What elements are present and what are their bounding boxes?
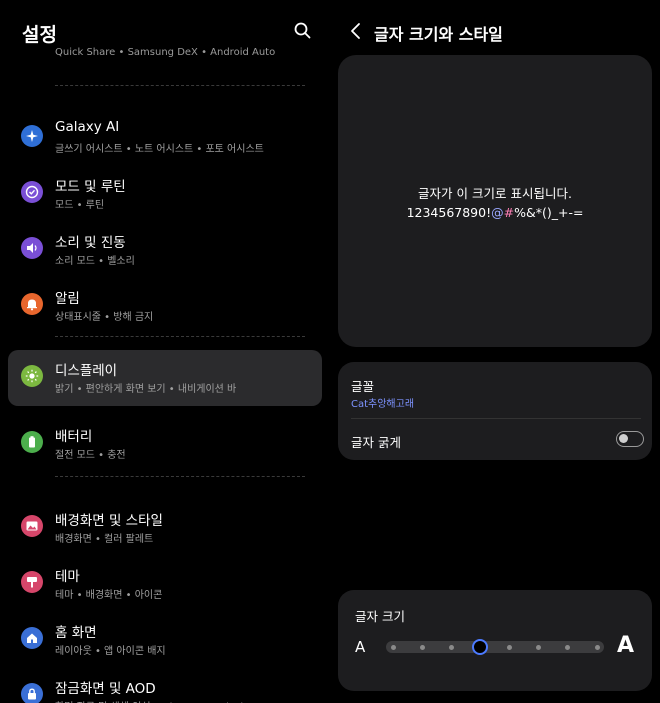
- font-label: 글꼴: [351, 379, 375, 394]
- sun-icon: [21, 365, 43, 387]
- search-button[interactable]: [292, 20, 314, 42]
- settings-item-galaxy-ai[interactable]: Galaxy AI 글쓰기 어시스트 • 노트 어시스트 • 포토 어시스트: [8, 110, 322, 164]
- increase-size-glyph[interactable]: A: [617, 633, 634, 658]
- slider-thumb[interactable]: [472, 639, 489, 655]
- font-preview-card: 글자가 이 크기로 표시됩니다. 1234567890!@#%&*()_+-=: [338, 55, 652, 347]
- settings-item-title: 배경화면 및 스타일: [55, 513, 163, 529]
- slider-step-dot: [419, 644, 425, 650]
- slider-step-dot: [565, 644, 571, 650]
- settings-item-themes[interactable]: 테마테마 • 배경화면 • 아이콘: [8, 556, 322, 610]
- settings-item-title: 모드 및 루틴: [55, 179, 126, 195]
- settings-item-lock-screen[interactable]: 잠금화면 및 AOD화면 잠금 및 생체 인식 • Always On Disp…: [8, 668, 322, 703]
- settings-item-subtitle: 화면 잠금 및 생체 인식 • Always On Display: [55, 698, 255, 703]
- settings-item-subtitle: 레이아웃 • 앱 아이콘 배지: [55, 646, 166, 657]
- back-button[interactable]: [348, 21, 364, 41]
- screen: 설정 Quick Share • Samsung DeX • Android A…: [0, 0, 660, 703]
- screen-title: 글자 크기와 스타일: [374, 25, 503, 44]
- decrease-size-glyph[interactable]: A: [355, 638, 365, 656]
- speaker-icon-glyph: [27, 243, 37, 253]
- settings-item-title: 테마: [55, 569, 80, 585]
- settings-item-title: 알림: [55, 291, 80, 307]
- check-circle-icon-glyph: [25, 185, 39, 199]
- slider-step-dot: [507, 644, 513, 650]
- settings-item-home-screen[interactable]: 홈 화면레이아웃 • 앱 아이콘 배지: [8, 612, 322, 666]
- settings-item-subtitle: 상태표시줄 • 방해 금지: [55, 312, 154, 323]
- settings-item-modes-routines[interactable]: 모드 및 루틴모드 • 루틴: [8, 166, 322, 220]
- settings-item-subtitle: 배경화면 • 컬러 팔레트: [55, 534, 154, 545]
- bold-font-toggle[interactable]: [616, 431, 644, 447]
- font-value: Cat추앙해고래: [351, 399, 415, 410]
- page-title: 설정: [22, 24, 57, 46]
- font-size-label: 글자 크기: [355, 609, 405, 624]
- settings-header: 설정 Quick Share • Samsung DeX • Android A…: [0, 0, 330, 62]
- brush-icon: [21, 571, 43, 593]
- settings-item-subtitle: 모드 • 루틴: [55, 200, 105, 211]
- home-icon: [21, 627, 43, 649]
- sparkle-icon: [21, 125, 43, 147]
- toggle-knob: [619, 434, 628, 443]
- lock-icon-glyph: [28, 688, 36, 700]
- settings-item-subtitle: 밝기 • 편안하게 화면 보기 • 내비게이션 바: [55, 384, 237, 395]
- preview-text-line1: 글자가 이 크기로 표시됩니다.: [418, 186, 572, 201]
- battery-icon-glyph: [29, 436, 35, 448]
- settings-item-title: 소리 및 진동: [55, 235, 126, 251]
- lock-icon: [21, 683, 43, 703]
- font-settings-card: 글꼴 Cat추앙해고래 글자 굵게: [338, 362, 652, 460]
- divider: [55, 85, 305, 86]
- bell-icon-glyph: [27, 299, 37, 311]
- font-size-card: 글자 크기 A A: [338, 590, 652, 691]
- settings-item-title: 배터리: [55, 429, 93, 445]
- settings-item-display[interactable]: 디스플레이밝기 • 편안하게 화면 보기 • 내비게이션 바: [8, 350, 322, 406]
- slider-step-dot: [390, 644, 396, 650]
- settings-item-wallpaper[interactable]: 배경화면 및 스타일배경화면 • 컬러 팔레트: [8, 500, 322, 554]
- settings-item-title: 홈 화면: [55, 625, 97, 641]
- settings-item-subtitle: 소리 모드 • 벨소리: [55, 256, 135, 267]
- sparkle-icon-glyph: [26, 130, 38, 142]
- brush-icon-glyph: [27, 577, 37, 588]
- battery-icon: [21, 431, 43, 453]
- sun-icon-glyph: [25, 369, 39, 383]
- divider: [351, 418, 641, 419]
- bell-icon: [21, 293, 43, 315]
- bold-font-label: 글자 굵게: [351, 435, 401, 450]
- font-size-slider[interactable]: [386, 639, 604, 655]
- settings-item-subtitle: 절전 모드 • 충전: [55, 450, 126, 461]
- preview-text-line2: 1234567890!@#%&*()_+-=: [406, 205, 584, 220]
- settings-item-notifications[interactable]: 알림상태표시줄 • 방해 금지: [8, 278, 322, 332]
- settings-item-title: Galaxy AI: [55, 119, 120, 135]
- slider-step-dot: [536, 644, 542, 650]
- settings-item-subtitle: 글쓰기 어시스트 • 노트 어시스트 • 포토 어시스트: [55, 144, 264, 155]
- settings-pane: 설정 Quick Share • Samsung DeX • Android A…: [0, 0, 330, 703]
- back-arrow-icon: [351, 23, 360, 39]
- settings-item-sound[interactable]: 소리 및 진동소리 모드 • 벨소리: [8, 222, 322, 276]
- image-icon-glyph: [26, 521, 38, 531]
- settings-item-title: 디스플레이: [55, 363, 118, 379]
- settings-item-title: 잠금화면 및 AOD: [55, 681, 156, 697]
- slider-step-dot: [594, 644, 600, 650]
- check-circle-icon: [21, 181, 43, 203]
- search-icon: [294, 22, 311, 39]
- speaker-icon: [21, 237, 43, 259]
- settings-item-battery[interactable]: 배터리절전 모드 • 충전: [8, 416, 322, 470]
- home-icon-glyph: [27, 633, 37, 643]
- divider: [55, 336, 305, 337]
- clipped-item-subtitle: Quick Share • Samsung DeX • Android Auto: [55, 47, 276, 58]
- slider-step-dot: [448, 644, 454, 650]
- divider: [55, 476, 305, 477]
- image-icon: [21, 515, 43, 537]
- settings-item-subtitle: 테마 • 배경화면 • 아이콘: [55, 590, 163, 601]
- font-style-pane: 글자 크기와 스타일 글자가 이 크기로 표시됩니다. 1234567890!@…: [330, 0, 660, 703]
